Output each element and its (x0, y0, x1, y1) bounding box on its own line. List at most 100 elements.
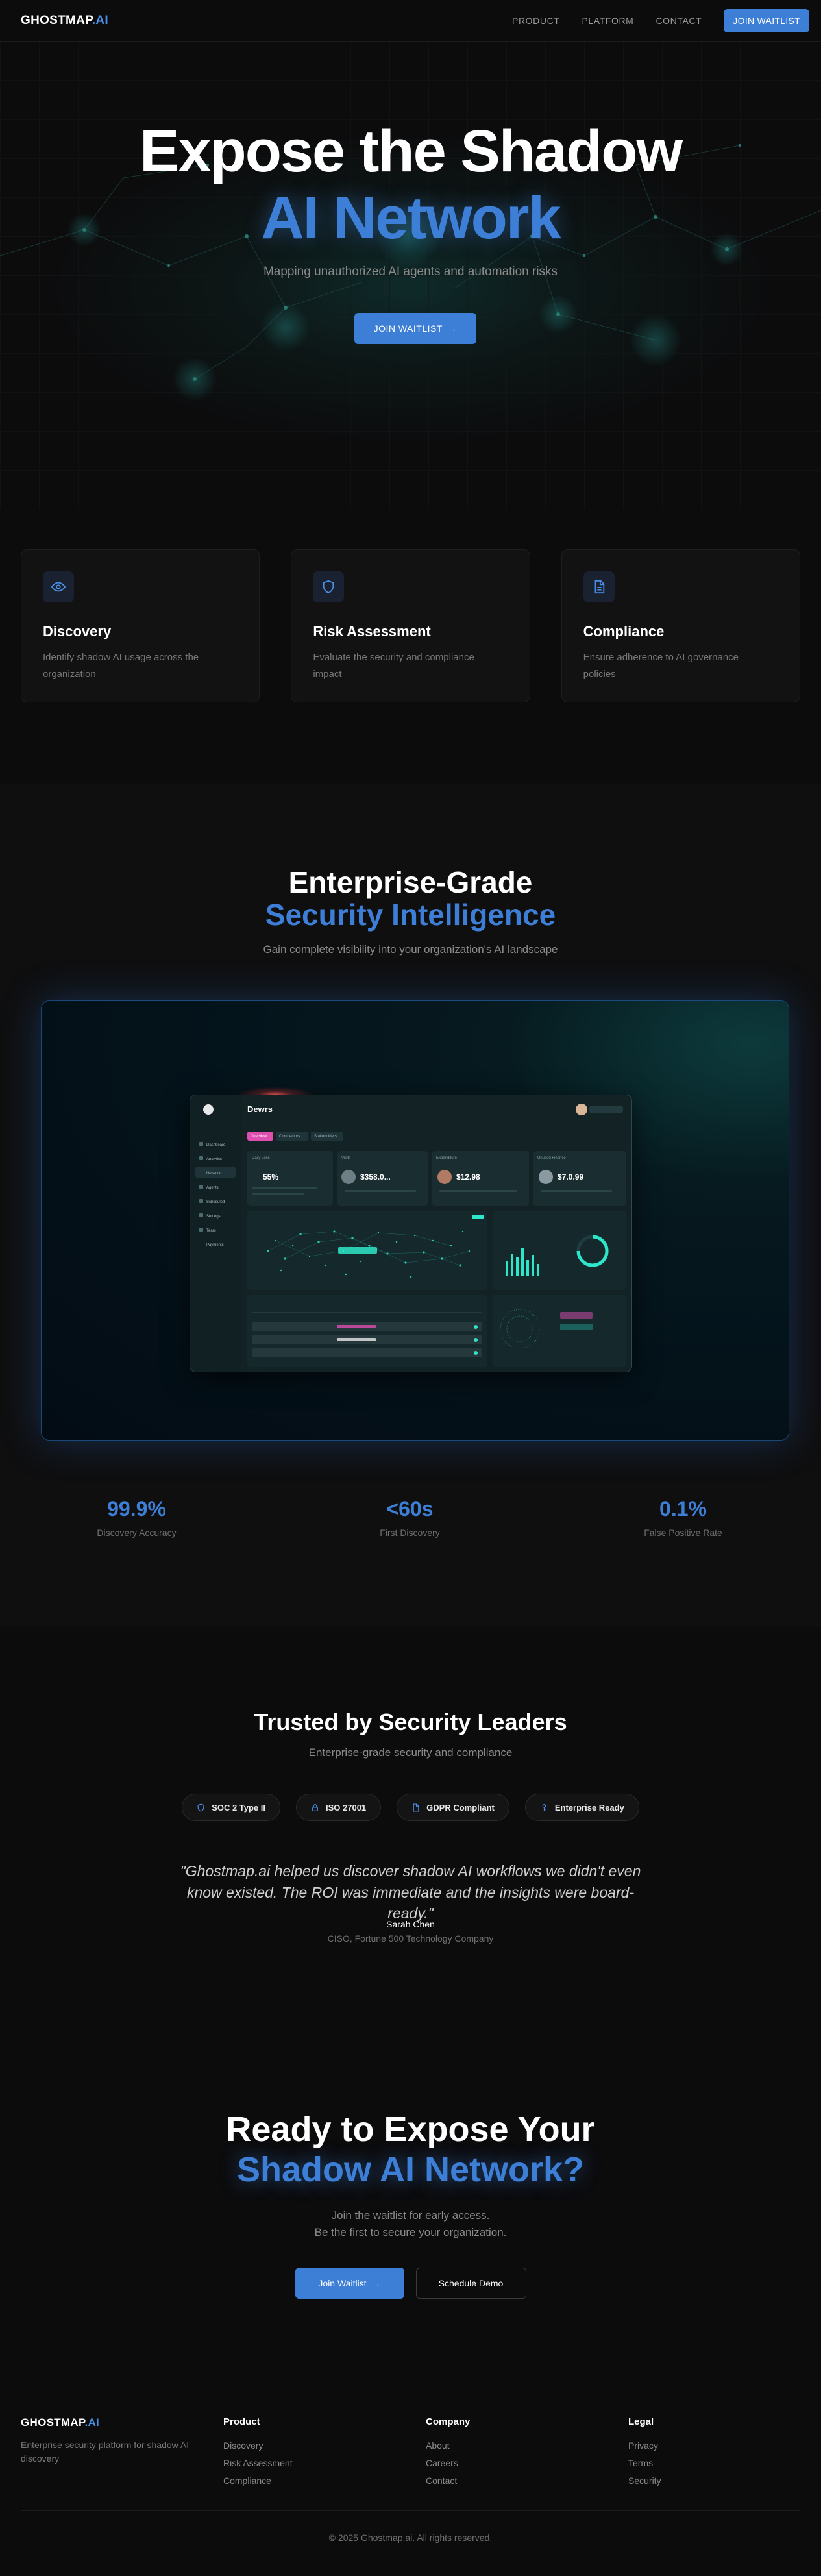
badge-soc2: SOC 2 Type II (182, 1794, 280, 1821)
stat-value: 99.9% (107, 1497, 166, 1520)
stat-label: Discovery Accuracy (97, 1528, 177, 1538)
footer-column-legal: Legal Privacy Terms Security (628, 2416, 661, 2493)
cta-title-line2: Shadow AI Network? (236, 2150, 585, 2189)
badge-label: Enterprise Ready (554, 1802, 624, 1813)
enterprise-title-line2: Security Intelligence (265, 898, 556, 932)
key-icon (542, 1803, 546, 1811)
footer-divider (21, 2510, 800, 2511)
stat-card-label: Visits (341, 1156, 350, 1160)
arrow-right-icon: → (447, 323, 458, 334)
document-icon (413, 1803, 419, 1812)
nav-link-contact[interactable]: CONTACT (656, 16, 702, 26)
footer-logo-suffix: .AI (84, 2416, 100, 2429)
stat-card-value: $7.0.99 (558, 1172, 583, 1182)
shield-icon (313, 571, 345, 602)
feature-description: Identify shadow AI usage across the orga… (43, 652, 199, 680)
badge-enterprise-ready: Enterprise Ready (524, 1794, 639, 1821)
feature-card-compliance: Compliance Ensure adherence to AI govern… (561, 549, 800, 702)
footer-tagline: Enterprise security platform for shadow … (21, 2440, 190, 2464)
sidebar-item: Analytics (206, 1158, 222, 1161)
certification-badges: SOC 2 Type II ISO 27001 GDPR Compliant E… (0, 1794, 821, 1821)
enterprise-title-line1: Enterprise-Grade (288, 865, 533, 899)
feature-description: Ensure adherence to AI governance polici… (583, 652, 739, 680)
footer-logo[interactable]: GHOSTMAP.AI (21, 2416, 196, 2429)
feature-card-discovery: Discovery Identify shadow AI usage acros… (21, 549, 260, 702)
testimonial-author: Sarah Chen (386, 1919, 435, 1929)
sidebar-item: Payments (206, 1243, 224, 1247)
footer-link-careers[interactable]: Careers (426, 2458, 470, 2468)
footer-link-compliance[interactable]: Compliance (223, 2475, 293, 2486)
cta-buttons: Join Waitlist → Schedule Demo (0, 2268, 821, 2299)
cta-title-line1: Ready to Expose Your (226, 2110, 595, 2149)
footer-link-about[interactable]: About (426, 2440, 470, 2451)
dashboard-mockup: Dashboard Analytics Network Agents Sched… (190, 1095, 631, 1372)
arrow-right-icon: → (371, 2278, 381, 2288)
enterprise-subtitle: Gain complete visibility into your organ… (263, 943, 558, 956)
footer-logo-main: GHOSTMAP (21, 2416, 85, 2429)
trust-title: Trusted by Security Leaders (254, 1709, 567, 1735)
stat-discovery-accuracy: 99.9% Discovery Accuracy (0, 1497, 273, 1538)
footer-link-contact[interactable]: Contact (426, 2475, 470, 2486)
stats-row: 99.9% Discovery Accuracy <60s First Disc… (0, 1497, 821, 1538)
footer-link-security[interactable]: Security (628, 2475, 661, 2486)
hero-join-waitlist-button[interactable]: JOIN WAITLIST → (354, 313, 476, 344)
sidebar-item: Dashboard (206, 1143, 225, 1147)
footer-link-privacy[interactable]: Privacy (628, 2440, 661, 2451)
hero-section: Expose the Shadow AI Network Mapping una… (0, 42, 821, 509)
footer-column-product: Product Discovery Risk Assessment Compli… (223, 2416, 293, 2493)
sidebar-item: Settings (206, 1215, 221, 1219)
stat-card-value: $358.0... (360, 1172, 391, 1182)
feature-description: Evaluate the security and compliance imp… (313, 652, 474, 680)
stat-card-value: $12.98 (456, 1172, 480, 1182)
cta-primary-label: Join Waitlist (318, 2278, 367, 2288)
stat-card-label: Unused Finance (537, 1156, 566, 1160)
feature-cards: Discovery Identify shadow AI usage acros… (21, 549, 800, 702)
logo-suffix: .AI (92, 13, 108, 27)
stat-value: 0.1% (659, 1497, 707, 1520)
feature-title: Discovery (43, 623, 112, 639)
document-icon (583, 571, 615, 602)
logo[interactable]: GHOSTMAP.AI (21, 14, 108, 28)
nav-links: PRODUCT PLATFORM CONTACT JOIN WAITLIST (512, 8, 809, 32)
dashboard-tab: Competitors (279, 1135, 300, 1139)
testimonial-role: CISO, Fortune 500 Technology Company (327, 1933, 494, 1944)
stat-label: First Discovery (380, 1528, 440, 1538)
nav-link-product[interactable]: PRODUCT (512, 16, 559, 26)
sidebar-item: Team (206, 1229, 216, 1233)
cta-subtitle: Join the waitlist for early access. Be t… (0, 2207, 821, 2242)
enterprise-section: Enterprise-Grade Security Intelligence G… (0, 784, 821, 1626)
footer-column-title: Company (426, 2416, 471, 2427)
sidebar-item: Agents (206, 1186, 219, 1190)
stat-false-positive-rate: 0.1% False Positive Rate (546, 1497, 820, 1538)
eye-icon (43, 571, 74, 602)
footer-copyright: © 2025 Ghostmap.ai. All rights reserved. (328, 2533, 493, 2543)
stat-first-discovery: <60s First Discovery (273, 1497, 546, 1538)
footer-column-title: Product (223, 2416, 260, 2427)
badge-label: ISO 27001 (326, 1802, 367, 1813)
testimonial-quote: "Ghostmap.ai helped us discover shadow A… (180, 1863, 641, 1922)
footer-column-title: Legal (628, 2416, 654, 2427)
footer-link-terms[interactable]: Terms (628, 2458, 661, 2468)
trust-subtitle: Enterprise-grade security and compliance (308, 1746, 513, 1759)
dashboard-tab: Overview (251, 1135, 267, 1139)
badge-gdpr: GDPR Compliant (397, 1794, 509, 1821)
dashboard-brand: Dewrs (247, 1104, 273, 1114)
nav-link-platform[interactable]: PLATFORM (582, 16, 633, 26)
hero-title-line2: AI Network (261, 185, 561, 251)
hero-subtitle: Mapping unauthorized AI agents and autom… (263, 265, 558, 279)
footer-link-risk-assessment[interactable]: Risk Assessment (223, 2458, 293, 2468)
sidebar-item: Scheduled (206, 1200, 225, 1204)
footer-link-discovery[interactable]: Discovery (223, 2440, 293, 2451)
badge-label: SOC 2 Type II (212, 1802, 265, 1813)
nav-join-waitlist-button[interactable]: JOIN WAITLIST (724, 8, 809, 32)
schedule-demo-button[interactable]: Schedule Demo (415, 2268, 526, 2299)
cta-subtitle-line1: Join the waitlist for early access. (331, 2209, 490, 2222)
stat-card-value: 55% (263, 1172, 278, 1182)
top-nav: GHOSTMAP.AI PRODUCT PLATFORM CONTACT JOI… (0, 0, 821, 42)
feature-card-risk-assessment: Risk Assessment Evaluate the security an… (291, 549, 530, 702)
cta-join-waitlist-button[interactable]: Join Waitlist → (295, 2268, 404, 2299)
cta-subtitle-line2: Be the first to secure your organization… (314, 2226, 507, 2239)
feature-title: Compliance (583, 623, 665, 639)
stat-value: <60s (386, 1497, 434, 1520)
dashboard-preview: Dashboard Analytics Network Agents Sched… (190, 1095, 632, 1372)
